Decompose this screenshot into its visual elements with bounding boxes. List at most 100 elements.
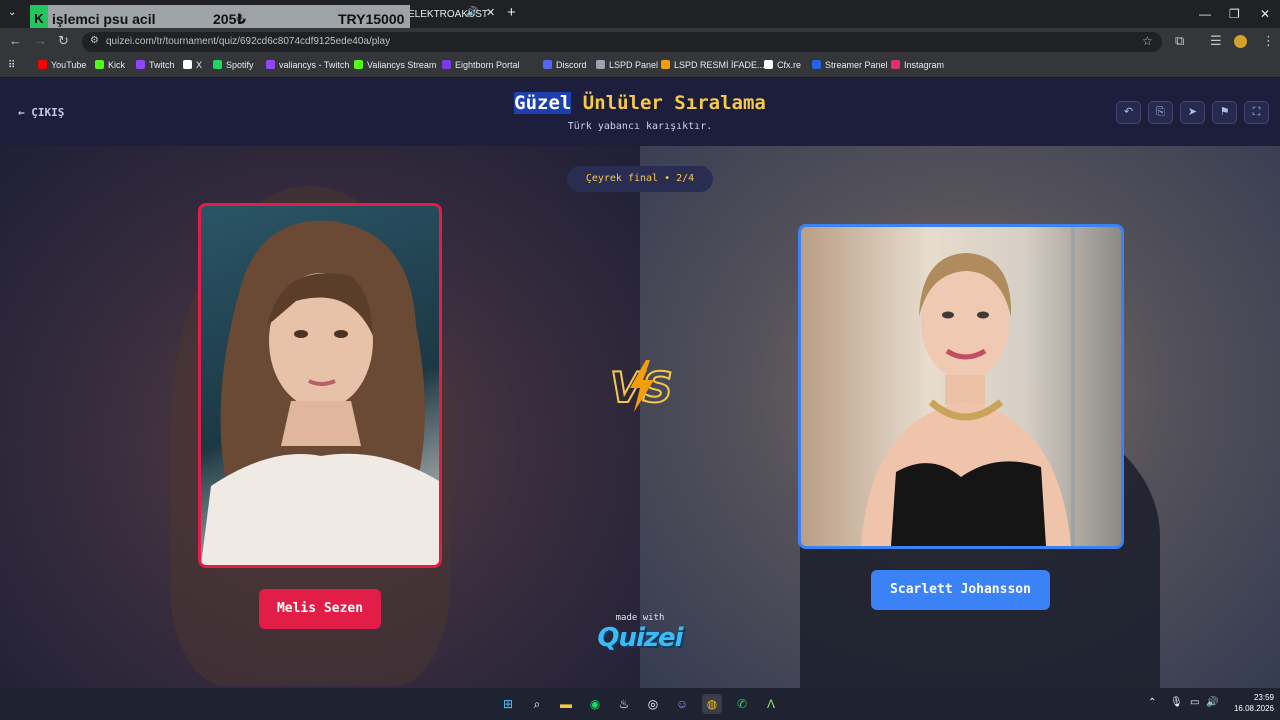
bookmarks-bar: ⠿ YouTube Kick Twitch X Spotify valiancys - T… [0, 56, 1280, 78]
obs-icon[interactable]: ◎ [643, 694, 663, 714]
page-title: Güzel Ünlüler Sıralama [380, 92, 900, 114]
bookmark-item[interactable]: valiancys - Twitch [266, 60, 349, 70]
bookmark-star-icon[interactable]: ☆ [1142, 34, 1153, 48]
bookmark-label: X [196, 60, 203, 70]
report-button[interactable]: ⚑ [1212, 101, 1237, 124]
chrome-icon[interactable]: ◍ [702, 694, 722, 714]
forward-icon[interactable]: → [34, 33, 47, 48]
fullscreen-icon: ⛶ [1252, 106, 1261, 118]
tab-audio-icon: 🔊 [466, 7, 479, 18]
site-info-icon[interactable]: ⚙ [90, 35, 99, 46]
bookmark-label: LSPD RESMİ İFADE... [674, 60, 765, 70]
back-icon[interactable]: ← [9, 33, 22, 48]
made-with-label: made with [615, 613, 665, 623]
network-icon[interactable]: ▭ [1190, 697, 1199, 708]
bookmark-item[interactable]: LSPD RESMİ İFADE... [661, 60, 765, 70]
bookmark-favicon-icon [442, 60, 451, 69]
undo-icon: ↶ [1123, 106, 1134, 118]
vote-left-button[interactable]: Melis Sezen [259, 589, 381, 629]
whatsapp-icon[interactable]: ✆ [732, 694, 752, 714]
overlay-text-2: 205₺ [213, 11, 247, 27]
bookmark-item[interactable]: Cfx.re [764, 60, 801, 70]
bookmark-item[interactable]: LSPD Panel [596, 60, 658, 70]
system-clock[interactable]: 23:59 16.08.2026 [1222, 692, 1274, 714]
steam-icon[interactable]: ♨ [614, 694, 634, 714]
clock-time: 23:59 [1253, 693, 1274, 702]
extensions-icon[interactable]: ⧉ [1175, 33, 1184, 49]
restore-icon[interactable]: ❐ [1229, 7, 1240, 21]
bookmark-favicon-icon [38, 60, 47, 69]
bookmark-label: Valiancys Stream [367, 60, 437, 70]
menu-icon[interactable]: ⋮ [1262, 33, 1275, 49]
left-portrait-illustration [201, 220, 439, 565]
bookmark-favicon-icon [136, 60, 145, 69]
profile-avatar[interactable] [1234, 35, 1247, 48]
bookmark-favicon-icon [764, 60, 773, 69]
tab-search-icon[interactable]: ⌄ [8, 7, 16, 18]
title-highlight: Güzel [514, 92, 572, 114]
clock-date: 16.08.2026 [1233, 704, 1274, 713]
volume-icon[interactable]: 🔊 [1206, 697, 1218, 708]
app-icon[interactable]: Λ [761, 694, 781, 714]
apps-icon[interactable]: ⠿ [8, 60, 15, 71]
close-icon[interactable]: ✕ [1260, 7, 1270, 21]
bookmark-favicon-icon [661, 60, 670, 69]
file-explorer-icon[interactable]: ▬ [556, 694, 576, 714]
start-icon[interactable]: ⊞ [498, 694, 518, 714]
share-icon: ⎘ [1156, 106, 1165, 118]
reload-icon[interactable]: ↻ [58, 33, 69, 49]
arrow-left-icon: ← [18, 106, 32, 119]
microphone-icon[interactable]: 🎙 [1170, 697, 1183, 708]
bookmark-item[interactable]: Twitch [136, 60, 175, 70]
bookmark-item[interactable]: Streamer Panel [812, 60, 888, 70]
undo-button[interactable]: ↶ [1116, 101, 1141, 124]
send-icon: ➤ [1187, 106, 1198, 118]
vote-right-button[interactable]: Scarlett Johansson [871, 570, 1050, 610]
new-tab-button[interactable]: + [507, 4, 516, 21]
bookmark-label: YouTube [51, 60, 87, 70]
bookmark-item[interactable]: Kick [95, 60, 125, 70]
round-badge: Çeyrek final • 2/4 [567, 166, 713, 192]
bookmark-label: valiancys - Twitch [279, 60, 350, 70]
bookmark-label: Spotify [226, 60, 254, 70]
bookmark-label: Cfx.re [777, 60, 802, 70]
quizei-logo[interactable]: Quizei [590, 623, 690, 653]
bookmark-item[interactable]: X [183, 60, 202, 70]
bookmark-label: Discord [556, 60, 587, 70]
tab-close-icon[interactable]: ✕ [486, 6, 495, 19]
url-text[interactable]: quizei.com/tr/tournament/quiz/692cd6c807… [106, 36, 390, 47]
minimize-icon[interactable]: — [1199, 7, 1211, 21]
bookmark-favicon-icon [95, 60, 104, 69]
bookmark-label: LSPD Panel [609, 60, 659, 70]
discord-icon[interactable]: ☺ [672, 694, 692, 714]
bookmark-item[interactable]: YouTube [38, 60, 86, 70]
bookmark-item[interactable]: Discord [543, 60, 587, 70]
bookmark-item[interactable]: Valiancys Stream [354, 60, 436, 70]
bookmark-label: Twitch [149, 60, 175, 70]
bookmark-favicon-icon [354, 60, 363, 69]
media-icon[interactable]: ☰ [1210, 33, 1222, 49]
spotify-icon[interactable]: ◉ [585, 694, 605, 714]
bookmark-favicon-icon [543, 60, 552, 69]
windows-taskbar [0, 688, 1280, 720]
versus-icon: VS [606, 356, 676, 416]
tray-chevron-icon[interactable]: ⌃ [1148, 697, 1156, 708]
bookmark-favicon-icon [891, 60, 900, 69]
send-button[interactable]: ➤ [1180, 101, 1205, 124]
bookmark-item[interactable]: Instagram [891, 60, 944, 70]
bookmark-label: Streamer Panel [825, 60, 888, 70]
bookmark-favicon-icon [596, 60, 605, 69]
right-contestant-photo[interactable] [798, 224, 1124, 549]
share-button[interactable]: ⎘ [1148, 101, 1173, 124]
overlay-text-1: işlemci psu acil [52, 11, 156, 27]
bookmark-item[interactable]: Eightborn Portal [442, 60, 520, 70]
left-contestant-photo[interactable] [198, 203, 442, 568]
page-subtitle: Türk yabancı karışıktır. [567, 121, 713, 132]
overlay-text-3: TRY15000 [338, 11, 405, 27]
bookmark-favicon-icon [213, 60, 222, 69]
omnibox[interactable]: ⚙ quizei.com/tr/tournament/quiz/692cd6c8… [82, 32, 1162, 52]
fullscreen-button[interactable]: ⛶ [1244, 101, 1269, 124]
search-icon[interactable]: ⌕ [527, 694, 547, 714]
exit-button[interactable]: ← ÇIKIŞ [18, 106, 64, 119]
bookmark-item[interactable]: Spotify [213, 60, 254, 70]
